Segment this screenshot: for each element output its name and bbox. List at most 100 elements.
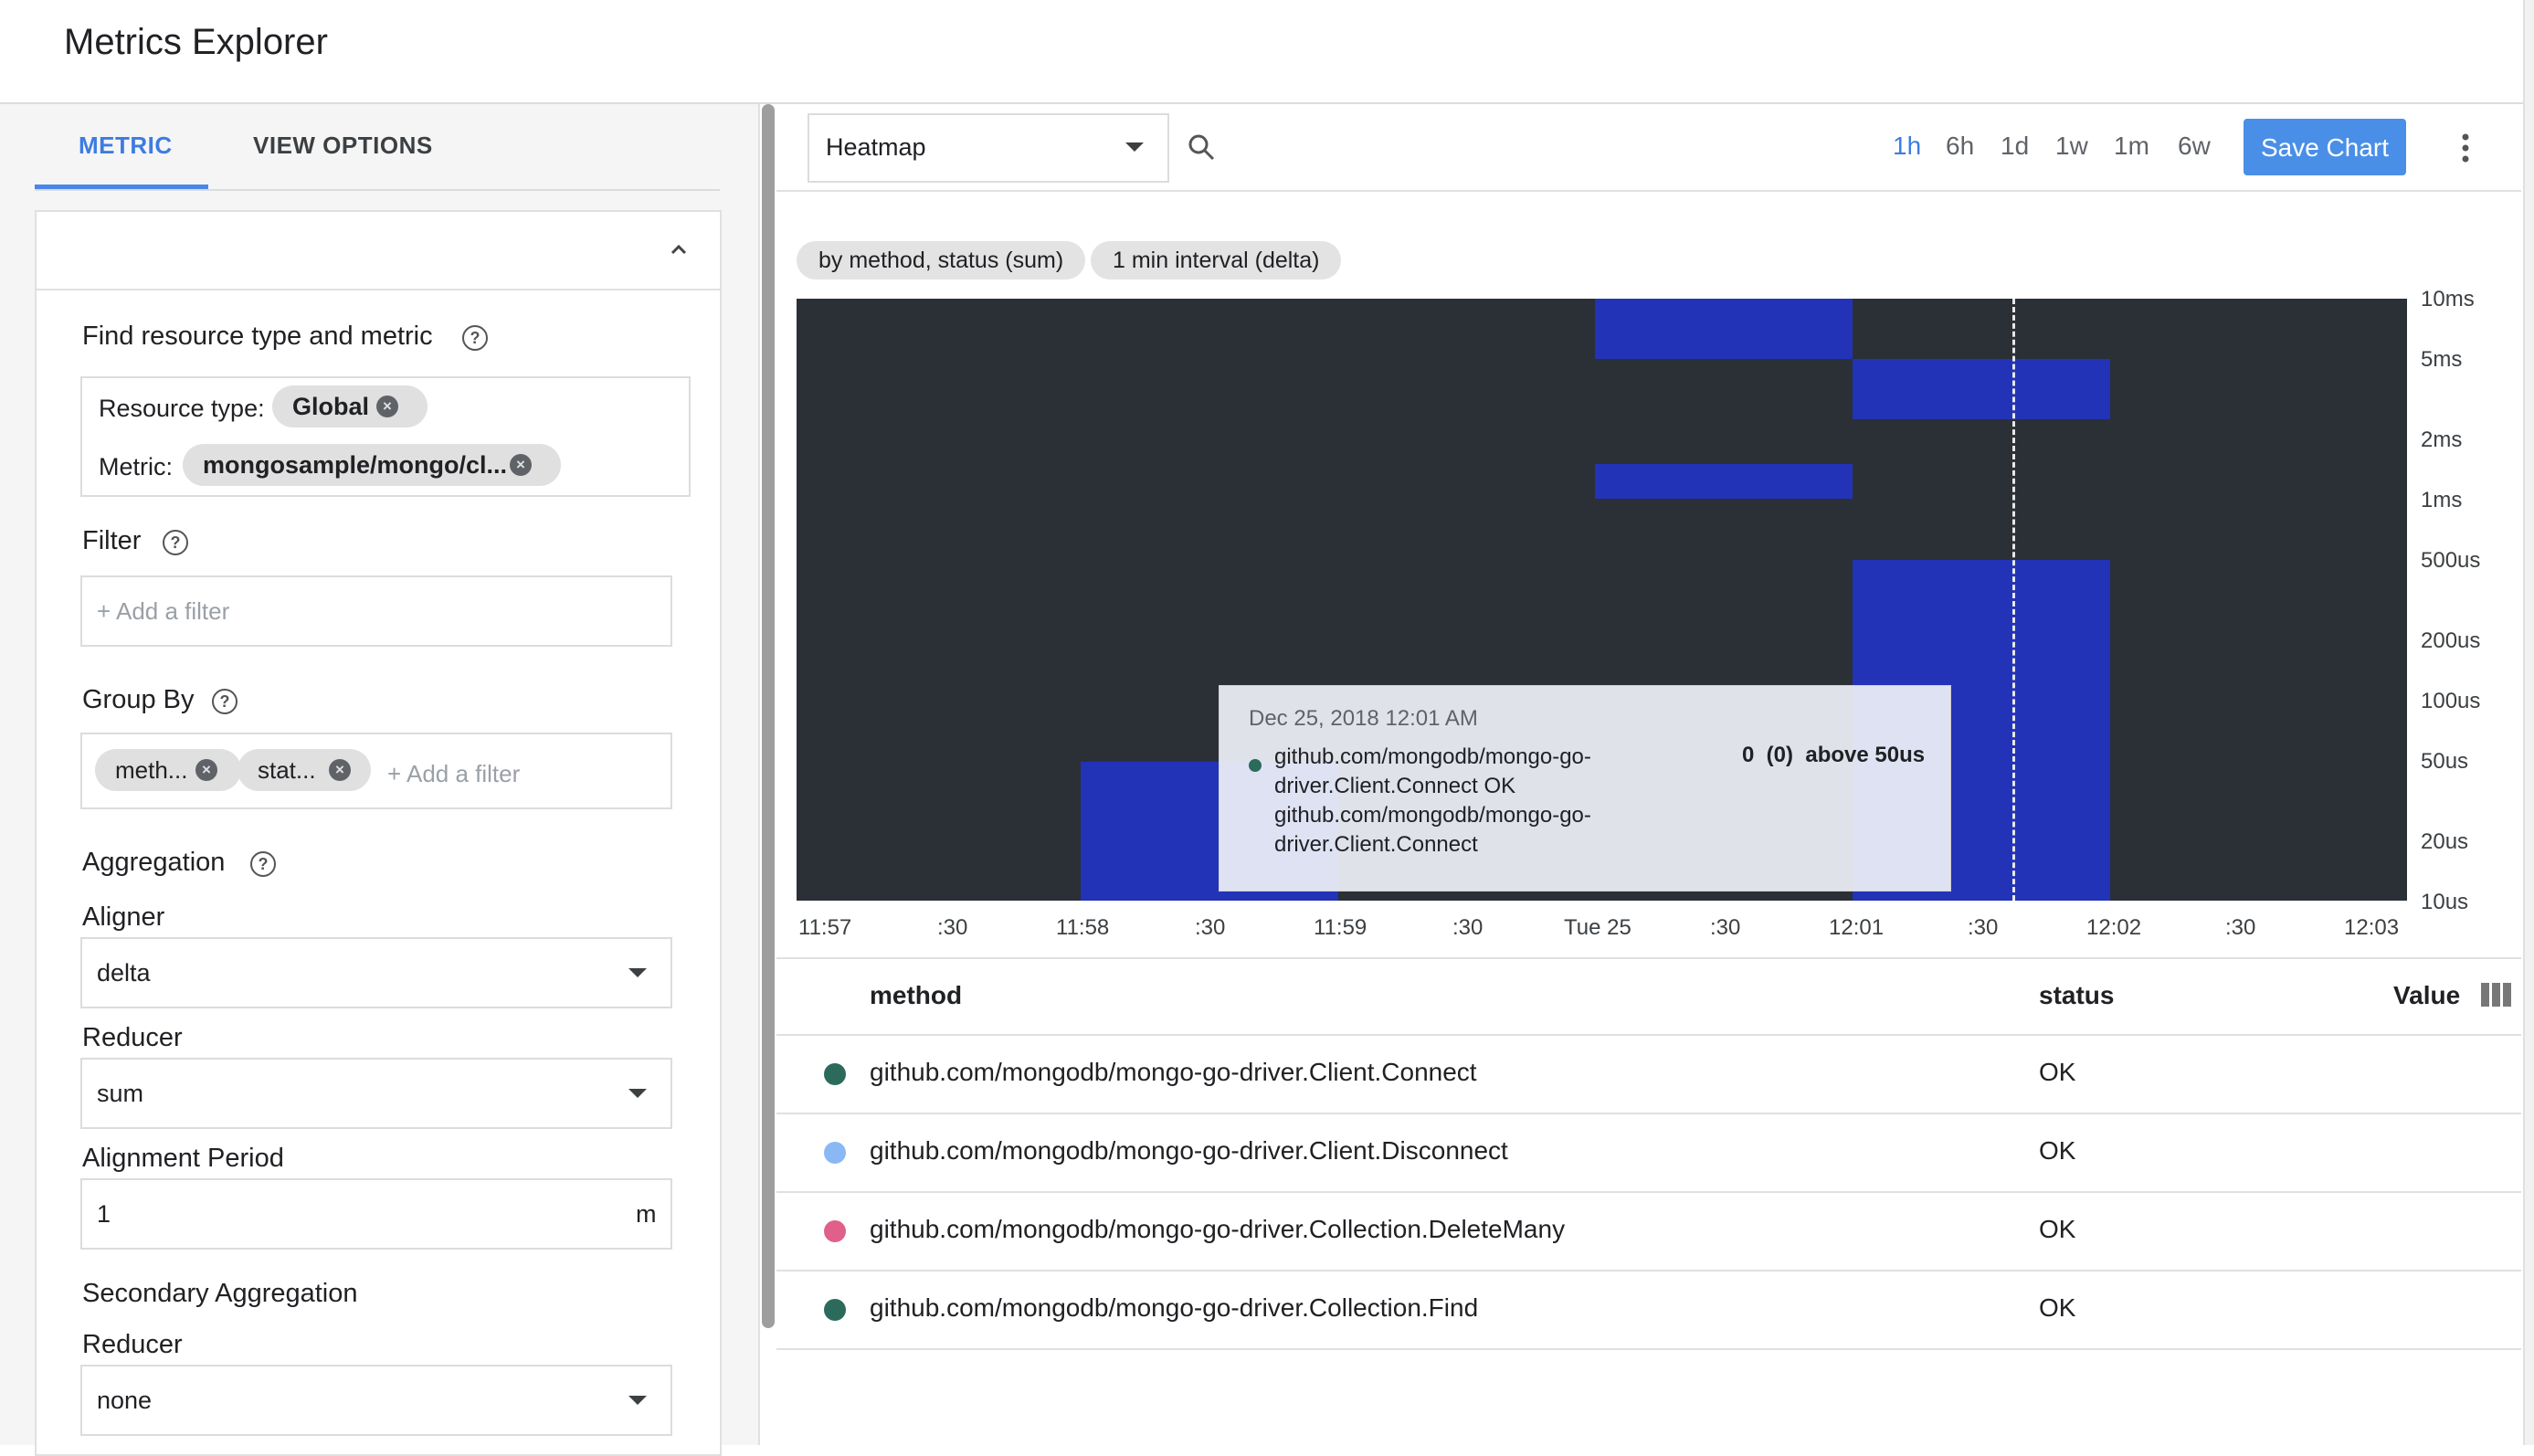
tab-metric[interactable]: METRIC	[79, 132, 173, 160]
save-chart-button[interactable]: Save Chart	[2244, 119, 2406, 175]
help-icon[interactable]: ?	[250, 851, 276, 877]
y-tick-label: 500us	[2421, 548, 2481, 573]
secondary-reducer-label: Reducer	[82, 1330, 183, 1359]
series-color-dot	[824, 1142, 846, 1164]
range-1m[interactable]: 1m	[2114, 132, 2149, 161]
x-tick-label: Tue 25	[1564, 915, 1631, 940]
filter-label: Filter	[82, 526, 142, 555]
series-color-dot	[824, 1063, 846, 1085]
find-resource-label: Find resource type and metric	[82, 322, 433, 351]
heatmap-cell	[1595, 299, 1853, 359]
toolbar-divider	[776, 190, 2521, 192]
filter-input[interactable]: + Add a filter	[80, 575, 672, 647]
row-status: OK	[2039, 1215, 2076, 1243]
range-1w[interactable]: 1w	[2055, 132, 2088, 161]
y-tick-label: 200us	[2421, 628, 2481, 653]
heatmap-cell	[1595, 464, 1853, 499]
group-by-chip-method[interactable]: meth... ×	[95, 749, 241, 791]
page-title: Metrics Explorer	[64, 22, 328, 62]
group-by-chip-label: meth...	[115, 756, 188, 784]
alignment-period-input[interactable]: 1 m	[80, 1178, 672, 1250]
aligner-label: Aligner	[82, 902, 165, 932]
resource-metric-box[interactable]: Resource type: Global × Metric: mongosam…	[80, 376, 691, 497]
column-header-method[interactable]: method	[870, 981, 962, 1010]
chart-type-select[interactable]: Heatmap	[808, 113, 1169, 183]
secondary-reducer-select[interactable]: none	[80, 1365, 672, 1436]
tooltip-time: Dec 25, 2018 12:01 AM	[1249, 706, 1478, 731]
table-row[interactable]: github.com/mongodb/mongo-go-driver.Colle…	[776, 1270, 2521, 1350]
x-tick-label: :30	[1452, 915, 1483, 940]
metric-value: mongosample/mongo/cl...	[203, 451, 508, 479]
row-status: OK	[2039, 1058, 2076, 1086]
x-tick-label: :30	[937, 915, 968, 940]
table-row[interactable]: github.com/mongodb/mongo-go-driver.Colle…	[776, 1191, 2521, 1270]
row-method: github.com/mongodb/mongo-go-driver.Clien…	[870, 1058, 1477, 1086]
close-icon[interactable]: ×	[195, 759, 217, 781]
help-icon[interactable]: ?	[462, 325, 488, 351]
panel-scrollbar[interactable]	[762, 104, 775, 1328]
table-row[interactable]: github.com/mongodb/mongo-go-driver.Clien…	[776, 1113, 2521, 1191]
group-by-label: Group By	[82, 685, 195, 714]
x-tick-label: 12:01	[1829, 915, 1885, 940]
cursor-line	[2012, 299, 2015, 901]
group-by-pill[interactable]: by method, status (sum)	[797, 241, 1086, 280]
window-scrollbar[interactable]	[2523, 0, 2534, 1445]
row-method: github.com/mongodb/mongo-go-driver.Colle…	[870, 1215, 1566, 1243]
alignment-period-value: 1	[97, 1200, 111, 1228]
range-6h[interactable]: 6h	[1946, 132, 1974, 161]
x-tick-label: 12:02	[2086, 915, 2142, 940]
x-tick-label: :30	[1968, 915, 1999, 940]
group-by-chip-status[interactable]: stat... ×	[238, 749, 371, 791]
chevron-down-icon	[1125, 142, 1144, 152]
columns-icon[interactable]	[2481, 983, 2512, 1007]
x-tick-label: 12:03	[2344, 915, 2400, 940]
row-method: github.com/mongodb/mongo-go-driver.Colle…	[870, 1293, 1479, 1322]
x-tick-label: :30	[2225, 915, 2256, 940]
reducer-select[interactable]: sum	[80, 1058, 672, 1129]
y-tick-label: 2ms	[2421, 427, 2463, 452]
aligner-value: delta	[97, 959, 151, 986]
more-vert-icon[interactable]	[2452, 130, 2479, 166]
table-divider	[776, 957, 2521, 959]
row-status: OK	[2039, 1136, 2076, 1165]
range-1d[interactable]: 1d	[2001, 132, 2029, 161]
reducer-value: sum	[97, 1080, 144, 1107]
heatmap-cell	[1853, 359, 2110, 419]
metric-chip[interactable]: mongosample/mongo/cl... ×	[183, 444, 561, 486]
x-tick-label: :30	[1195, 915, 1226, 940]
column-header-value[interactable]: Value	[2393, 981, 2460, 1010]
close-icon[interactable]: ×	[510, 454, 532, 476]
close-icon[interactable]: ×	[329, 759, 351, 781]
chevron-up-icon[interactable]	[665, 236, 692, 263]
column-header-status[interactable]: status	[2039, 981, 2114, 1010]
group-by-input[interactable]: meth... × stat... × + Add a filter	[80, 733, 672, 809]
resource-type-chip[interactable]: Global ×	[272, 385, 428, 427]
config-card: Find resource type and metric ? Resource…	[35, 210, 722, 1456]
resource-type-value: Global	[292, 393, 370, 420]
group-by-placeholder: + Add a filter	[387, 760, 521, 787]
table-row[interactable]: github.com/mongodb/mongo-go-driver.Clien…	[776, 1034, 2521, 1113]
chart-tooltip: Dec 25, 2018 12:01 AM github.com/mongodb…	[1219, 685, 1951, 892]
range-1h[interactable]: 1h	[1893, 132, 1921, 161]
chevron-down-icon	[628, 968, 647, 977]
chevron-down-icon	[628, 1396, 647, 1405]
range-6w[interactable]: 6w	[2178, 132, 2211, 161]
aligner-select[interactable]: delta	[80, 937, 672, 1008]
tab-view-options[interactable]: VIEW OPTIONS	[253, 132, 433, 160]
interval-pill[interactable]: 1 min interval (delta)	[1091, 241, 1342, 280]
resource-type-label: Resource type:	[99, 395, 265, 422]
help-icon[interactable]: ?	[212, 689, 238, 714]
y-tick-label: 50us	[2421, 749, 2469, 774]
chart-type-value: Heatmap	[826, 133, 926, 161]
series-color-dot	[824, 1299, 846, 1321]
row-status: OK	[2039, 1293, 2076, 1322]
secondary-aggregation-label: Secondary Aggregation	[82, 1279, 358, 1308]
search-icon[interactable]	[1186, 132, 1217, 163]
help-icon[interactable]: ?	[163, 530, 188, 555]
chevron-down-icon	[628, 1089, 647, 1098]
app-header: Metrics Explorer	[0, 0, 2534, 104]
close-icon[interactable]: ×	[376, 396, 398, 417]
tooltip-series: github.com/mongodb/mongo-go-driver.Clien…	[1274, 744, 1591, 857]
series-color-dot	[824, 1220, 846, 1242]
alignment-period-unit: m	[636, 1200, 657, 1228]
